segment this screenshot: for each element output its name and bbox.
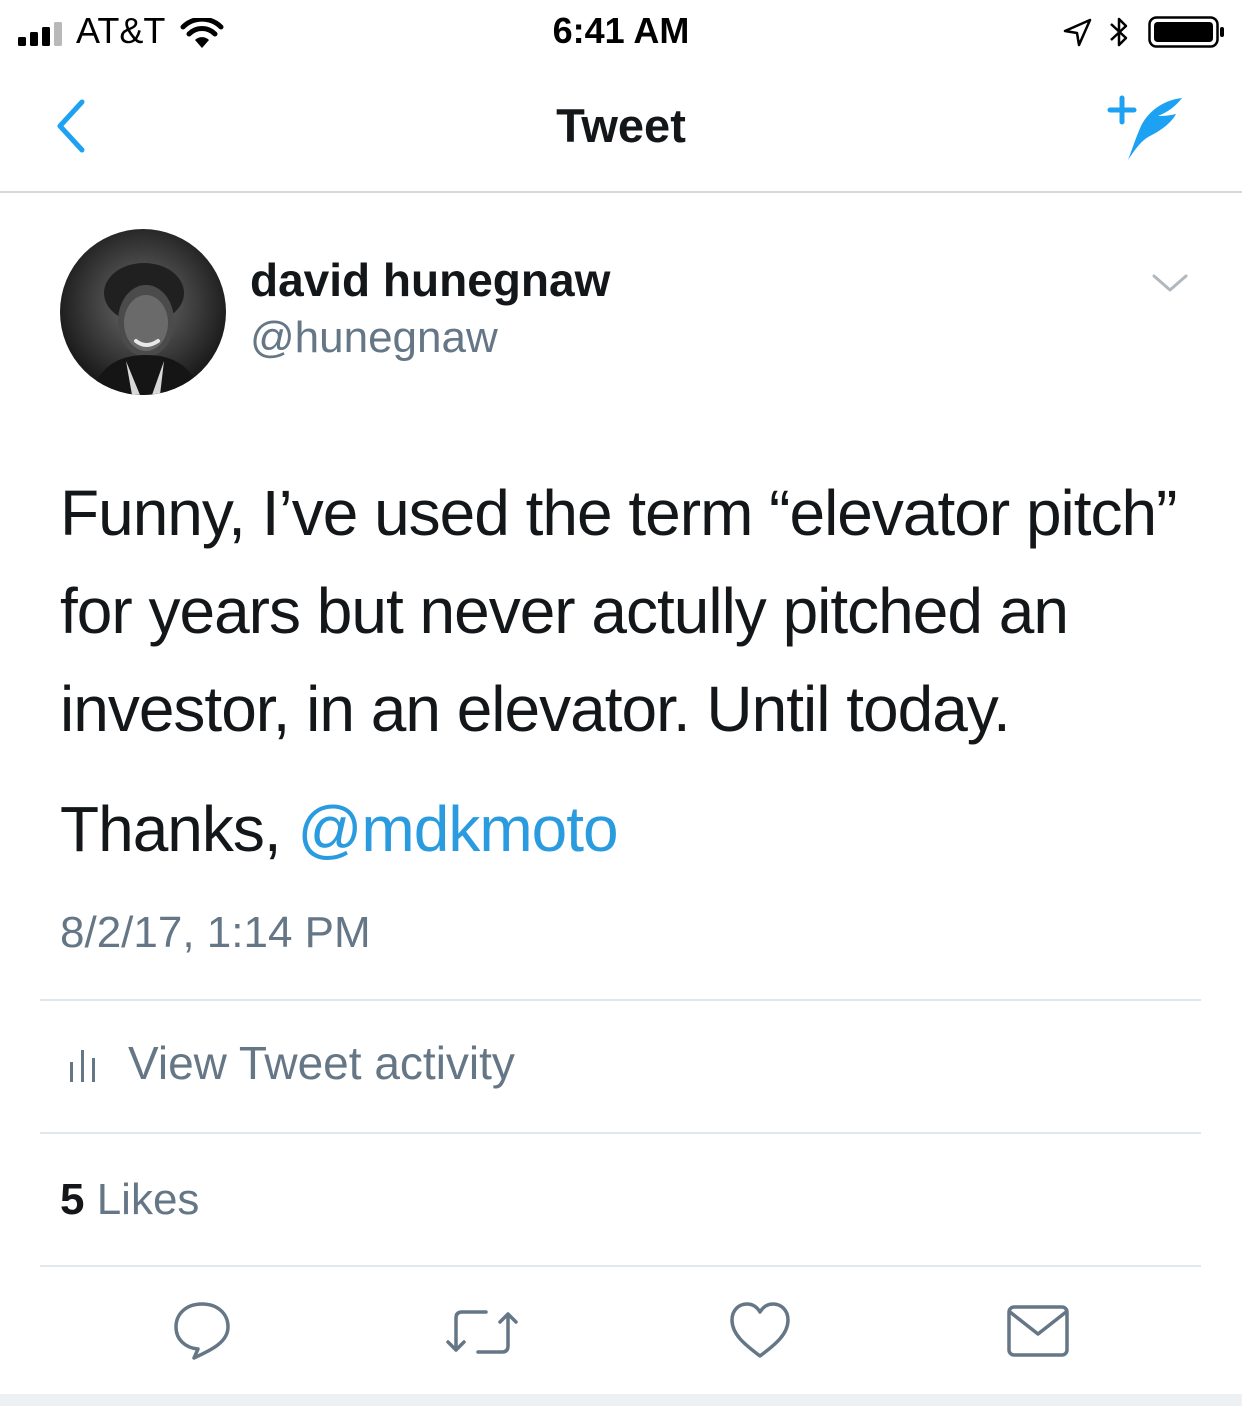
status-bar: AT&T 6:41 AM — [0, 0, 1242, 64]
activity-bars-icon[interactable] — [68, 1048, 98, 1084]
battery-icon — [1148, 16, 1224, 48]
divider — [40, 1265, 1201, 1267]
bottom-strip — [0, 1394, 1242, 1406]
status-time: 6:41 AM — [552, 10, 690, 51]
direct-message-icon[interactable] — [1006, 1304, 1070, 1358]
page-title: Tweet — [556, 99, 686, 152]
tweet-text-thanks: Thanks, @mdkmoto — [60, 780, 1200, 878]
retweet-icon[interactable] — [446, 1304, 518, 1360]
chevron-down-icon[interactable] — [1150, 270, 1190, 296]
reply-icon[interactable] — [170, 1298, 234, 1362]
compose-tweet-icon[interactable] — [1106, 92, 1186, 164]
like-icon[interactable] — [728, 1300, 792, 1360]
likes-count[interactable]: 5 Likes — [60, 1175, 199, 1225]
tweet-timestamp: 8/2/17, 1:14 PM — [60, 908, 371, 957]
avatar[interactable] — [60, 229, 226, 395]
mention-link[interactable]: @mdkmoto — [297, 793, 618, 865]
tweet-text-body: Funny, I’ve used the term “elevator pitc… — [60, 477, 1177, 745]
thanks-text: Thanks, — [60, 793, 298, 865]
divider — [40, 999, 1201, 1001]
bluetooth-icon — [1110, 17, 1128, 47]
view-tweet-activity-link[interactable]: View Tweet activity — [128, 1036, 515, 1090]
likes-number: 5 — [60, 1175, 85, 1224]
likes-label: Likes — [84, 1175, 200, 1224]
location-arrow-icon — [1063, 18, 1092, 47]
author-handle[interactable]: @hunegnaw — [250, 313, 498, 363]
author-name[interactable]: david hunegnaw — [250, 253, 610, 307]
divider — [40, 1132, 1201, 1134]
tweet-text: Funny, I’ve used the term “elevator pitc… — [60, 464, 1200, 878]
nav-divider — [0, 191, 1242, 193]
avatar-portrait — [90, 263, 202, 395]
